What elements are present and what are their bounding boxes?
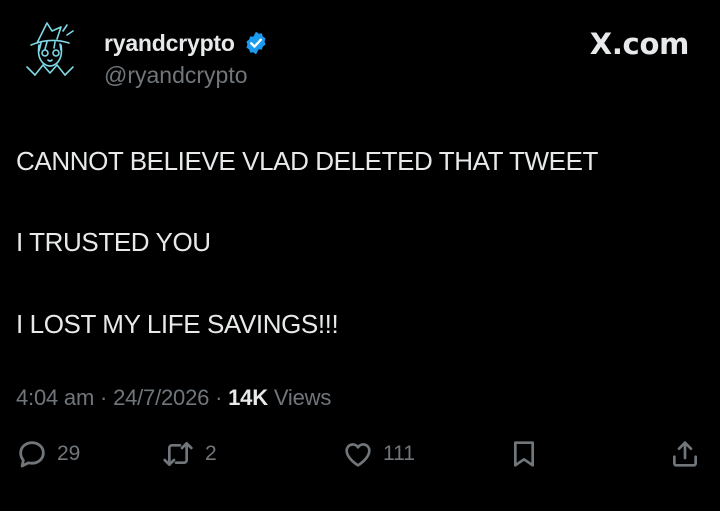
- like-button[interactable]: 111: [342, 430, 415, 478]
- tweet-text-line-2: I TRUSTED YOU: [16, 227, 211, 257]
- reply-icon: [19, 441, 45, 468]
- tweet-text-line-1: CANNOT BELIEVE VLAD DELETED THAT TWEET: [16, 146, 598, 176]
- reply-count: 29: [57, 442, 81, 465]
- verified-badge-icon: [246, 31, 266, 55]
- anime-wizard-avatar-icon: [17, 17, 83, 83]
- retweet-icon: [163, 442, 193, 466]
- meta-separator: ·: [100, 385, 108, 410]
- bookmark-button[interactable]: [508, 430, 540, 478]
- action-bar: 29 2 111: [0, 430, 720, 478]
- tweet-meta: 4:04 am · 24/7/2026 · 14K Views: [16, 385, 331, 411]
- x-com-label: X.com: [589, 27, 690, 61]
- share-button[interactable]: [669, 430, 701, 478]
- reply-button[interactable]: 29: [16, 430, 80, 478]
- tweet-date[interactable]: 24/7/2026: [113, 385, 209, 410]
- retweet-button[interactable]: 2: [160, 430, 217, 478]
- author-name-row: ryandcrypto: [104, 28, 269, 58]
- share-icon: [673, 441, 697, 467]
- tweet-time[interactable]: 4:04 am: [16, 385, 94, 410]
- avatar[interactable]: [17, 17, 83, 83]
- tweet-text-line-3: I LOST MY LIFE SAVINGS!!!: [16, 309, 339, 339]
- author-display-name[interactable]: ryandcrypto: [104, 30, 235, 57]
- bookmark-icon: [514, 441, 534, 467]
- retweet-count: 2: [205, 442, 217, 465]
- author-handle[interactable]: @ryandcrypto: [104, 62, 248, 89]
- heart-icon: [345, 443, 371, 467]
- meta-separator: ·: [215, 385, 223, 410]
- views-label: Views: [273, 385, 332, 410]
- views-count: 14K: [228, 385, 268, 410]
- like-count: 111: [383, 442, 415, 465]
